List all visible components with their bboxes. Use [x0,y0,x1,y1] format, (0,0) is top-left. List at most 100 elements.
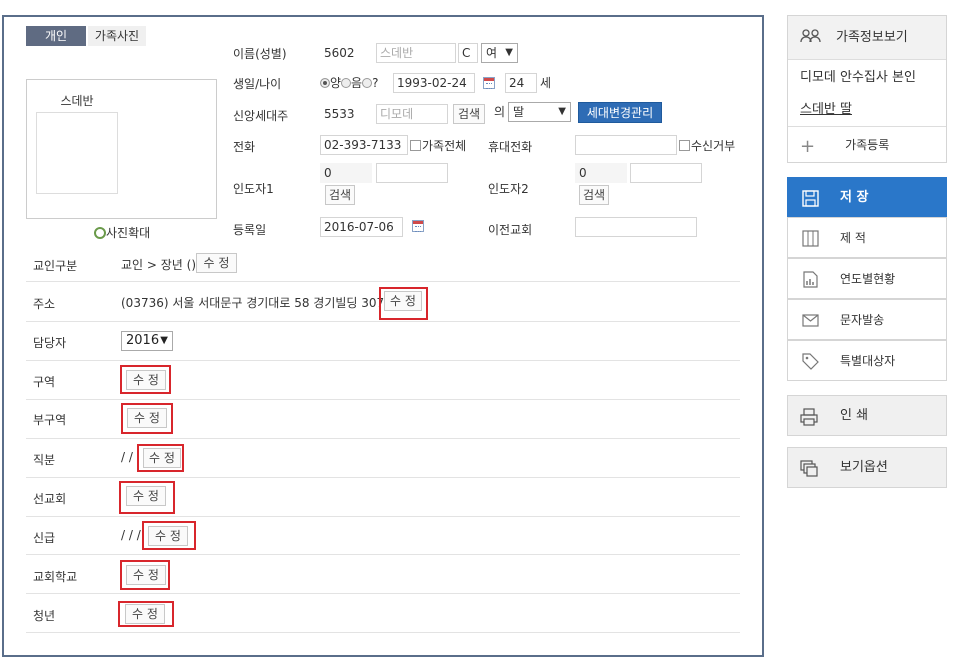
photo-zoom-link[interactable]: 사진확대 [94,224,150,241]
family-all-checkbox[interactable]: 가족전체 [410,137,466,154]
school-label: 교회학교 [33,570,78,584]
mobile-input[interactable] [575,135,677,155]
highlight-box [120,365,171,394]
family-view-header[interactable]: 가족정보보기 [788,16,946,60]
member-type-value: 교인 > 장년 () [121,258,197,272]
mail-icon [802,314,819,327]
gender-select[interactable]: 여 ▼ [481,43,518,63]
mission-label: 선교회 [33,492,67,506]
name-input[interactable]: 스데반 [376,43,456,63]
checkbox[interactable] [410,140,421,151]
head-search-button[interactable]: 검색 [453,104,485,124]
printer-icon [800,408,818,426]
guide2-label: 인도자2 [488,182,529,196]
divider [26,554,740,555]
member-type-label: 교인구분 [33,259,78,273]
people-icon [800,29,821,43]
radio-solar[interactable] [320,78,330,88]
calendar-icon[interactable] [483,77,495,89]
guide1-id: 0 [320,163,372,183]
highlight-box [142,521,196,550]
family-add-button[interactable]: + 가족등록 [800,136,940,157]
birth-date-input[interactable]: 1993-02-24 [393,73,475,93]
guide1-label: 인도자1 [233,182,274,196]
guide2-search-button[interactable]: 검색 [579,185,609,205]
sub-district-label: 부구역 [33,413,67,427]
head-name-input[interactable]: 디모데 [376,104,448,124]
calendar-icon[interactable] [412,220,424,232]
highlight-box [379,287,428,320]
position-label: 직분 [33,453,56,467]
divider [26,360,740,361]
guide2-name-input[interactable] [630,163,702,183]
highlight-box [137,444,184,472]
phone-label: 전화 [233,140,256,154]
highlight-box [118,601,174,627]
divider [26,281,740,282]
manager-label: 담당자 [33,336,67,350]
birth-label: 생일/나이 [233,77,282,91]
radio-lunar[interactable] [341,78,352,88]
highlight-box [119,481,175,514]
address-value: (03736) 서울 서대문구 경기대로 58 경기빌딩 307호 [121,296,396,310]
tag-icon [802,353,819,370]
name-label: 이름(성별) [233,47,287,61]
age-unit: 세 [540,76,552,90]
highlight-box [121,403,173,434]
lunar-solar-radios: 양 음? [320,74,378,91]
yearly-status-button[interactable]: 연도별현황 [787,258,947,299]
chevron-down-icon: ▼ [558,106,566,117]
prev-church-input[interactable] [575,217,697,237]
highlight-box [120,560,170,590]
prev-church-label: 이전교회 [488,223,533,237]
save-button[interactable]: 저 장 [787,177,947,218]
columns-icon [802,230,819,247]
photo-name: 스데반 [60,94,94,108]
head-label: 신앙세대주 [233,109,289,123]
divider [26,399,740,400]
view-options-button[interactable]: 보기옵션 [787,447,947,488]
manager-select[interactable]: 2016 ▼ [121,331,173,351]
tab-personal[interactable]: 개인 [26,26,86,46]
district-label: 구역 [33,375,56,389]
print-button[interactable]: 인 쇄 [787,395,947,436]
guide1-search-button[interactable]: 검색 [325,185,355,205]
divider [788,126,946,127]
divider [26,438,740,439]
grade-value: / / / [121,528,141,542]
reg-label: 등록일 [233,223,267,237]
relation-select[interactable]: 딸 ▼ [508,102,571,122]
special-target-button[interactable]: 특별대상자 [787,340,947,381]
position-value: / / [121,450,133,464]
divider [26,516,740,517]
of-label: 의 [494,105,506,119]
photo-box: 스데반 [26,79,217,219]
guide2-id: 0 [575,163,627,183]
reg-date-input[interactable]: 2016-07-06 [320,217,403,237]
name-code-input[interactable]: C [458,43,478,63]
divider [26,321,740,322]
photo-placeholder [36,112,118,194]
family-member-2[interactable]: 스데반 딸 [800,98,852,117]
divider [26,477,740,478]
radio-unknown[interactable] [362,78,373,88]
chevron-down-icon: ▼ [505,47,513,58]
head-id: 5533 [320,104,372,124]
divider [26,593,740,594]
grade-label: 신급 [33,531,56,545]
guide1-name-input[interactable] [376,163,448,183]
family-member-1[interactable]: 디모데 안수집사 본인 [800,66,916,85]
checkbox[interactable] [679,140,690,151]
household-manage-button[interactable]: 세대변경관리 [578,102,662,123]
age-input[interactable]: 24 [505,73,537,93]
delete-button[interactable]: 제 적 [787,217,947,258]
member-type-edit-button[interactable]: 수 정 [196,253,237,273]
tab-family-photo[interactable]: 가족사진 [88,26,146,46]
reject-checkbox[interactable]: 수신거부 [679,137,735,154]
family-panel: 가족정보보기 디모데 안수집사 본인 스데반 딸 + 가족등록 [787,15,947,163]
youth-label: 청년 [33,609,56,623]
divider [26,632,740,633]
address-label: 주소 [33,297,56,311]
sms-button[interactable]: 문자발송 [787,299,947,340]
phone-input[interactable]: 02-393-7133 [320,135,408,155]
